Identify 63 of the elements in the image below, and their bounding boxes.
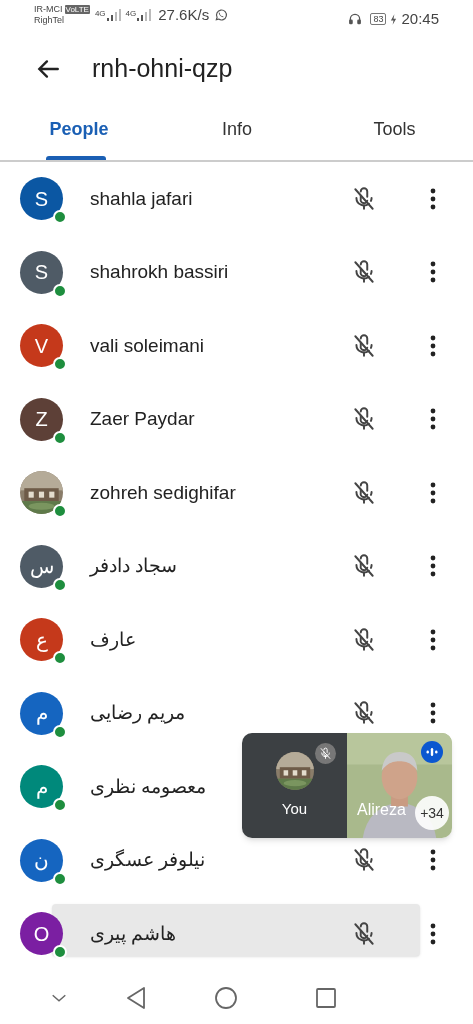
tab[interactable]: Tools [316,98,473,160]
headphones-icon [348,12,363,27]
more-options-button[interactable] [429,408,437,431]
mic-off-icon [351,626,377,653]
tab[interactable]: People [0,98,158,160]
avatar: V [20,324,63,368]
participant-name: Zaer Paydar [90,407,196,431]
self-video-tile[interactable]: You [242,733,347,838]
avatar: ن [20,838,63,882]
more-options-button[interactable] [429,922,437,945]
participant-name: vali soleimani [90,333,206,358]
clock: 20:45 [401,9,439,29]
network-type: 4G [125,10,137,19]
mic-off-icon [351,259,377,286]
home-icon[interactable] [214,986,238,1010]
mic-off-icon [351,479,377,506]
mic-off-icon [351,332,377,359]
participant-name: عارف [90,627,137,653]
carrier-name: RighTel [34,15,65,27]
mic-off-icon [351,920,377,947]
self-label: You [281,799,308,819]
participant-name: معصومه نظری [90,774,208,800]
meeting-code-title: rnh-ohni-qzp [92,53,233,85]
mic-off-icon [351,553,377,580]
participant-name: shahla jafari [90,186,194,211]
participant-name: shahrokh bassiri [90,260,230,284]
signal-icon [137,9,152,22]
chat-bubble-icon [214,8,229,23]
battery-level: 83 [370,13,387,26]
avatar: S [20,177,63,221]
participant-name: هاشم پیری [90,921,178,947]
back-icon[interactable] [126,986,146,1010]
charging-icon [390,13,398,25]
avatar: م [20,691,63,735]
more-options-button[interactable] [429,702,437,725]
more-options-button[interactable] [429,481,437,504]
signal-icon [106,9,121,22]
more-options-button[interactable] [429,334,437,357]
participant-name: سجاد دادفر [90,554,179,579]
more-options-button[interactable] [429,261,437,284]
participant-name: مریم رضایی [90,701,187,726]
mic-off-icon [351,406,377,433]
avatar: ع [20,618,63,662]
avatar: S [20,250,63,294]
avatar: س [20,544,63,588]
network-type: 4G [94,10,106,19]
volte-indicator: VoLTE [64,5,90,15]
avatar: م [20,765,63,809]
mic-off-icon [351,847,377,874]
recents-icon[interactable] [315,987,337,1009]
participant-name: نیلوفر عسگری [90,848,207,873]
mic-off-icon [351,700,377,727]
more-options-button[interactable] [429,628,437,651]
more-options-button[interactable] [429,187,437,210]
mic-off-icon [351,185,377,212]
carrier-name: IR-MCI [34,4,63,16]
network-speed: 27.6K/s [158,5,210,25]
participant-name: zohreh sedighifar [90,480,237,505]
avatar: Z [20,397,63,441]
tab[interactable]: Info [158,98,316,160]
more-options-button[interactable] [429,849,437,872]
speaker-name: Alireza [357,800,406,820]
more-options-button[interactable] [429,555,437,578]
